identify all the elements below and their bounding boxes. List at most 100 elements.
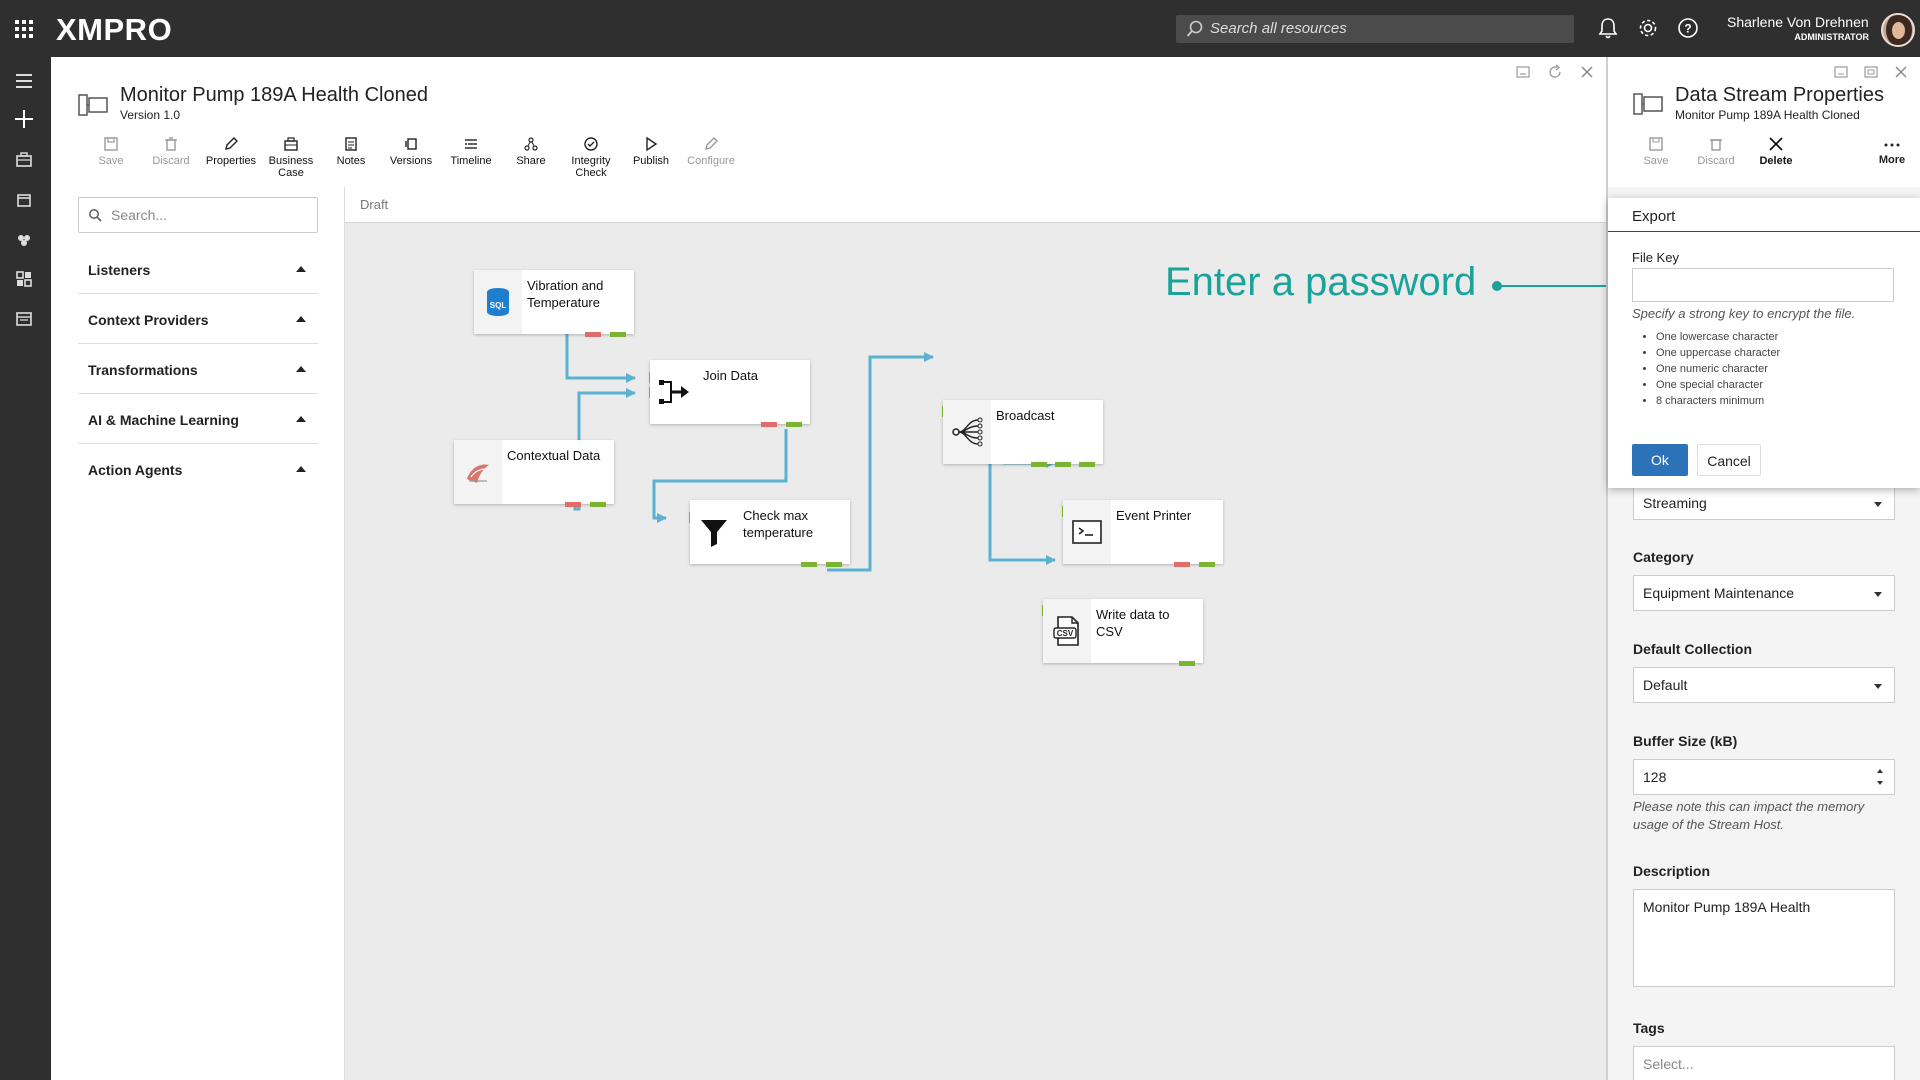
node-join-data[interactable]: Join Data bbox=[649, 360, 810, 427]
share-label: Share bbox=[516, 155, 546, 167]
help-icon[interactable]: ? bbox=[1677, 17, 1699, 39]
delete-label: Delete bbox=[1759, 155, 1793, 167]
export-divider bbox=[1608, 231, 1920, 232]
password-rule: One special character bbox=[1656, 377, 1780, 393]
collection-select[interactable]: Default bbox=[1633, 667, 1895, 703]
discard-button[interactable]: Discard bbox=[141, 136, 201, 186]
output-port[interactable] bbox=[1179, 661, 1195, 666]
publish-button[interactable]: Publish bbox=[621, 136, 681, 186]
refresh-icon[interactable] bbox=[1547, 64, 1563, 80]
output-port[interactable] bbox=[1055, 462, 1071, 467]
cancel-button[interactable]: Cancel bbox=[1697, 444, 1761, 476]
collection-value: Default bbox=[1643, 677, 1688, 693]
close-icon[interactable] bbox=[1894, 65, 1908, 79]
description-field-label: Description bbox=[1633, 863, 1711, 879]
tags-placeholder: Select... bbox=[1643, 1056, 1694, 1072]
dashboard-icon[interactable] bbox=[14, 269, 34, 289]
versions-button[interactable]: Versions bbox=[381, 136, 441, 186]
agents-icon[interactable] bbox=[14, 230, 34, 250]
output-port[interactable] bbox=[610, 332, 626, 337]
node-broadcast[interactable]: Broadcast bbox=[942, 400, 1103, 467]
output-port[interactable] bbox=[801, 562, 817, 567]
bell-icon[interactable] bbox=[1598, 17, 1618, 39]
password-rules: One lowercase character One uppercase ch… bbox=[1656, 329, 1780, 409]
integrity-check-button[interactable]: Integrity Check bbox=[561, 136, 621, 186]
file-key-input[interactable] bbox=[1632, 268, 1894, 302]
output-port[interactable] bbox=[1199, 562, 1215, 567]
error-port[interactable] bbox=[565, 502, 581, 507]
category-ai-machine-learning[interactable]: AI & Machine Learning bbox=[78, 394, 318, 444]
category-transformations[interactable]: Transformations bbox=[78, 344, 318, 394]
output-port[interactable] bbox=[826, 562, 842, 567]
menu-icon[interactable] bbox=[14, 71, 34, 91]
designer-toolbar: Save Discard Properties Business Case No… bbox=[81, 136, 741, 186]
node-contextual-data[interactable]: Contextual Data bbox=[454, 440, 614, 507]
toolbox-search-input[interactable] bbox=[111, 205, 311, 225]
category-label: AI & Machine Learning bbox=[88, 412, 239, 428]
save-label: Save bbox=[1643, 155, 1669, 167]
properties-label: Properties bbox=[205, 155, 257, 167]
user-name[interactable]: Sharlene Von Drehnen bbox=[1727, 14, 1895, 30]
node-write-csv[interactable]: CSV Write data to CSV bbox=[1042, 599, 1203, 666]
xmpro-logo[interactable]: XMPRO bbox=[56, 12, 172, 48]
close-icon[interactable] bbox=[1579, 64, 1595, 80]
buffer-note: Please note this can impact the memory u… bbox=[1633, 799, 1865, 832]
page-version: Version 1.0 bbox=[120, 108, 181, 122]
versions-icon bbox=[405, 138, 417, 150]
password-rule: 8 characters minimum bbox=[1656, 393, 1780, 409]
file-key-hint: Specify a strong key to encrypt the file… bbox=[1632, 306, 1856, 321]
minimize-icon[interactable] bbox=[1834, 65, 1848, 79]
properties-button[interactable]: Properties bbox=[201, 136, 261, 186]
avatar[interactable] bbox=[1881, 13, 1915, 47]
timeline-button[interactable]: Timeline bbox=[441, 136, 501, 186]
stream-type-select[interactable]: Streaming bbox=[1633, 485, 1895, 520]
gear-icon[interactable] bbox=[1637, 17, 1659, 39]
timeline-label: Timeline bbox=[450, 155, 492, 167]
tags-select[interactable]: Select... bbox=[1633, 1046, 1895, 1080]
output-port[interactable] bbox=[786, 422, 802, 427]
category-listeners[interactable]: Listeners bbox=[78, 244, 318, 294]
buffer-size-stepper[interactable]: 128 bbox=[1633, 759, 1895, 795]
category-action-agents[interactable]: Action Agents bbox=[78, 444, 318, 494]
node-event-printer[interactable]: Event Printer bbox=[1062, 500, 1223, 567]
add-icon[interactable] bbox=[14, 109, 34, 129]
error-port[interactable] bbox=[761, 422, 777, 427]
apps-icon[interactable] bbox=[14, 309, 34, 329]
category-select[interactable]: Equipment Maintenance bbox=[1633, 575, 1895, 611]
join-icon bbox=[659, 380, 689, 404]
save-button[interactable]: Save bbox=[1626, 136, 1686, 167]
node-label: Contextual Data bbox=[507, 448, 601, 463]
design-canvas[interactable]: Draft SQL Vibration and Temperature Cont… bbox=[344, 187, 1607, 1080]
output-port[interactable] bbox=[1031, 462, 1047, 467]
save-button[interactable]: Save bbox=[81, 136, 141, 186]
minimize-icon[interactable] bbox=[1515, 64, 1531, 80]
more-button[interactable]: More bbox=[1872, 139, 1912, 166]
business-case-button[interactable]: Business Case bbox=[261, 136, 321, 186]
notes-button[interactable]: Notes bbox=[321, 136, 381, 186]
category-value: Equipment Maintenance bbox=[1643, 585, 1794, 601]
spinner-arrows-icon[interactable] bbox=[1876, 766, 1884, 788]
category-context-providers[interactable]: Context Providers bbox=[78, 294, 318, 344]
configure-button[interactable]: Configure bbox=[681, 136, 741, 186]
briefcase-icon[interactable] bbox=[14, 150, 34, 170]
category-label: Context Providers bbox=[88, 312, 209, 328]
error-port[interactable] bbox=[585, 332, 601, 337]
delete-button[interactable]: Delete bbox=[1746, 136, 1806, 167]
share-button[interactable]: Share bbox=[501, 136, 561, 186]
description-textarea[interactable]: Monitor Pump 189A Health bbox=[1633, 889, 1895, 987]
top-bar: XMPRO Search all resources ? Sharlene Vo… bbox=[0, 0, 1920, 57]
output-port[interactable] bbox=[590, 502, 606, 507]
sql-database-icon: SQL bbox=[487, 288, 509, 316]
apps-grid-icon[interactable] bbox=[15, 20, 33, 38]
node-check-max-temperature[interactable]: Check max temperature bbox=[689, 500, 850, 567]
error-port[interactable] bbox=[1174, 562, 1190, 567]
properties-header: Data Stream Properties Monitor Pump 189A… bbox=[1608, 57, 1920, 187]
node-vibration-temperature[interactable]: SQL Vibration and Temperature bbox=[474, 270, 634, 337]
calendar-icon[interactable] bbox=[14, 190, 34, 210]
discard-button[interactable]: Discard bbox=[1686, 136, 1746, 167]
toolbox-search[interactable] bbox=[78, 197, 318, 233]
ok-button[interactable]: Ok bbox=[1632, 444, 1688, 476]
output-port[interactable] bbox=[1079, 462, 1095, 467]
maximize-icon[interactable] bbox=[1864, 65, 1878, 79]
global-search-input[interactable]: Search all resources bbox=[1176, 15, 1574, 43]
